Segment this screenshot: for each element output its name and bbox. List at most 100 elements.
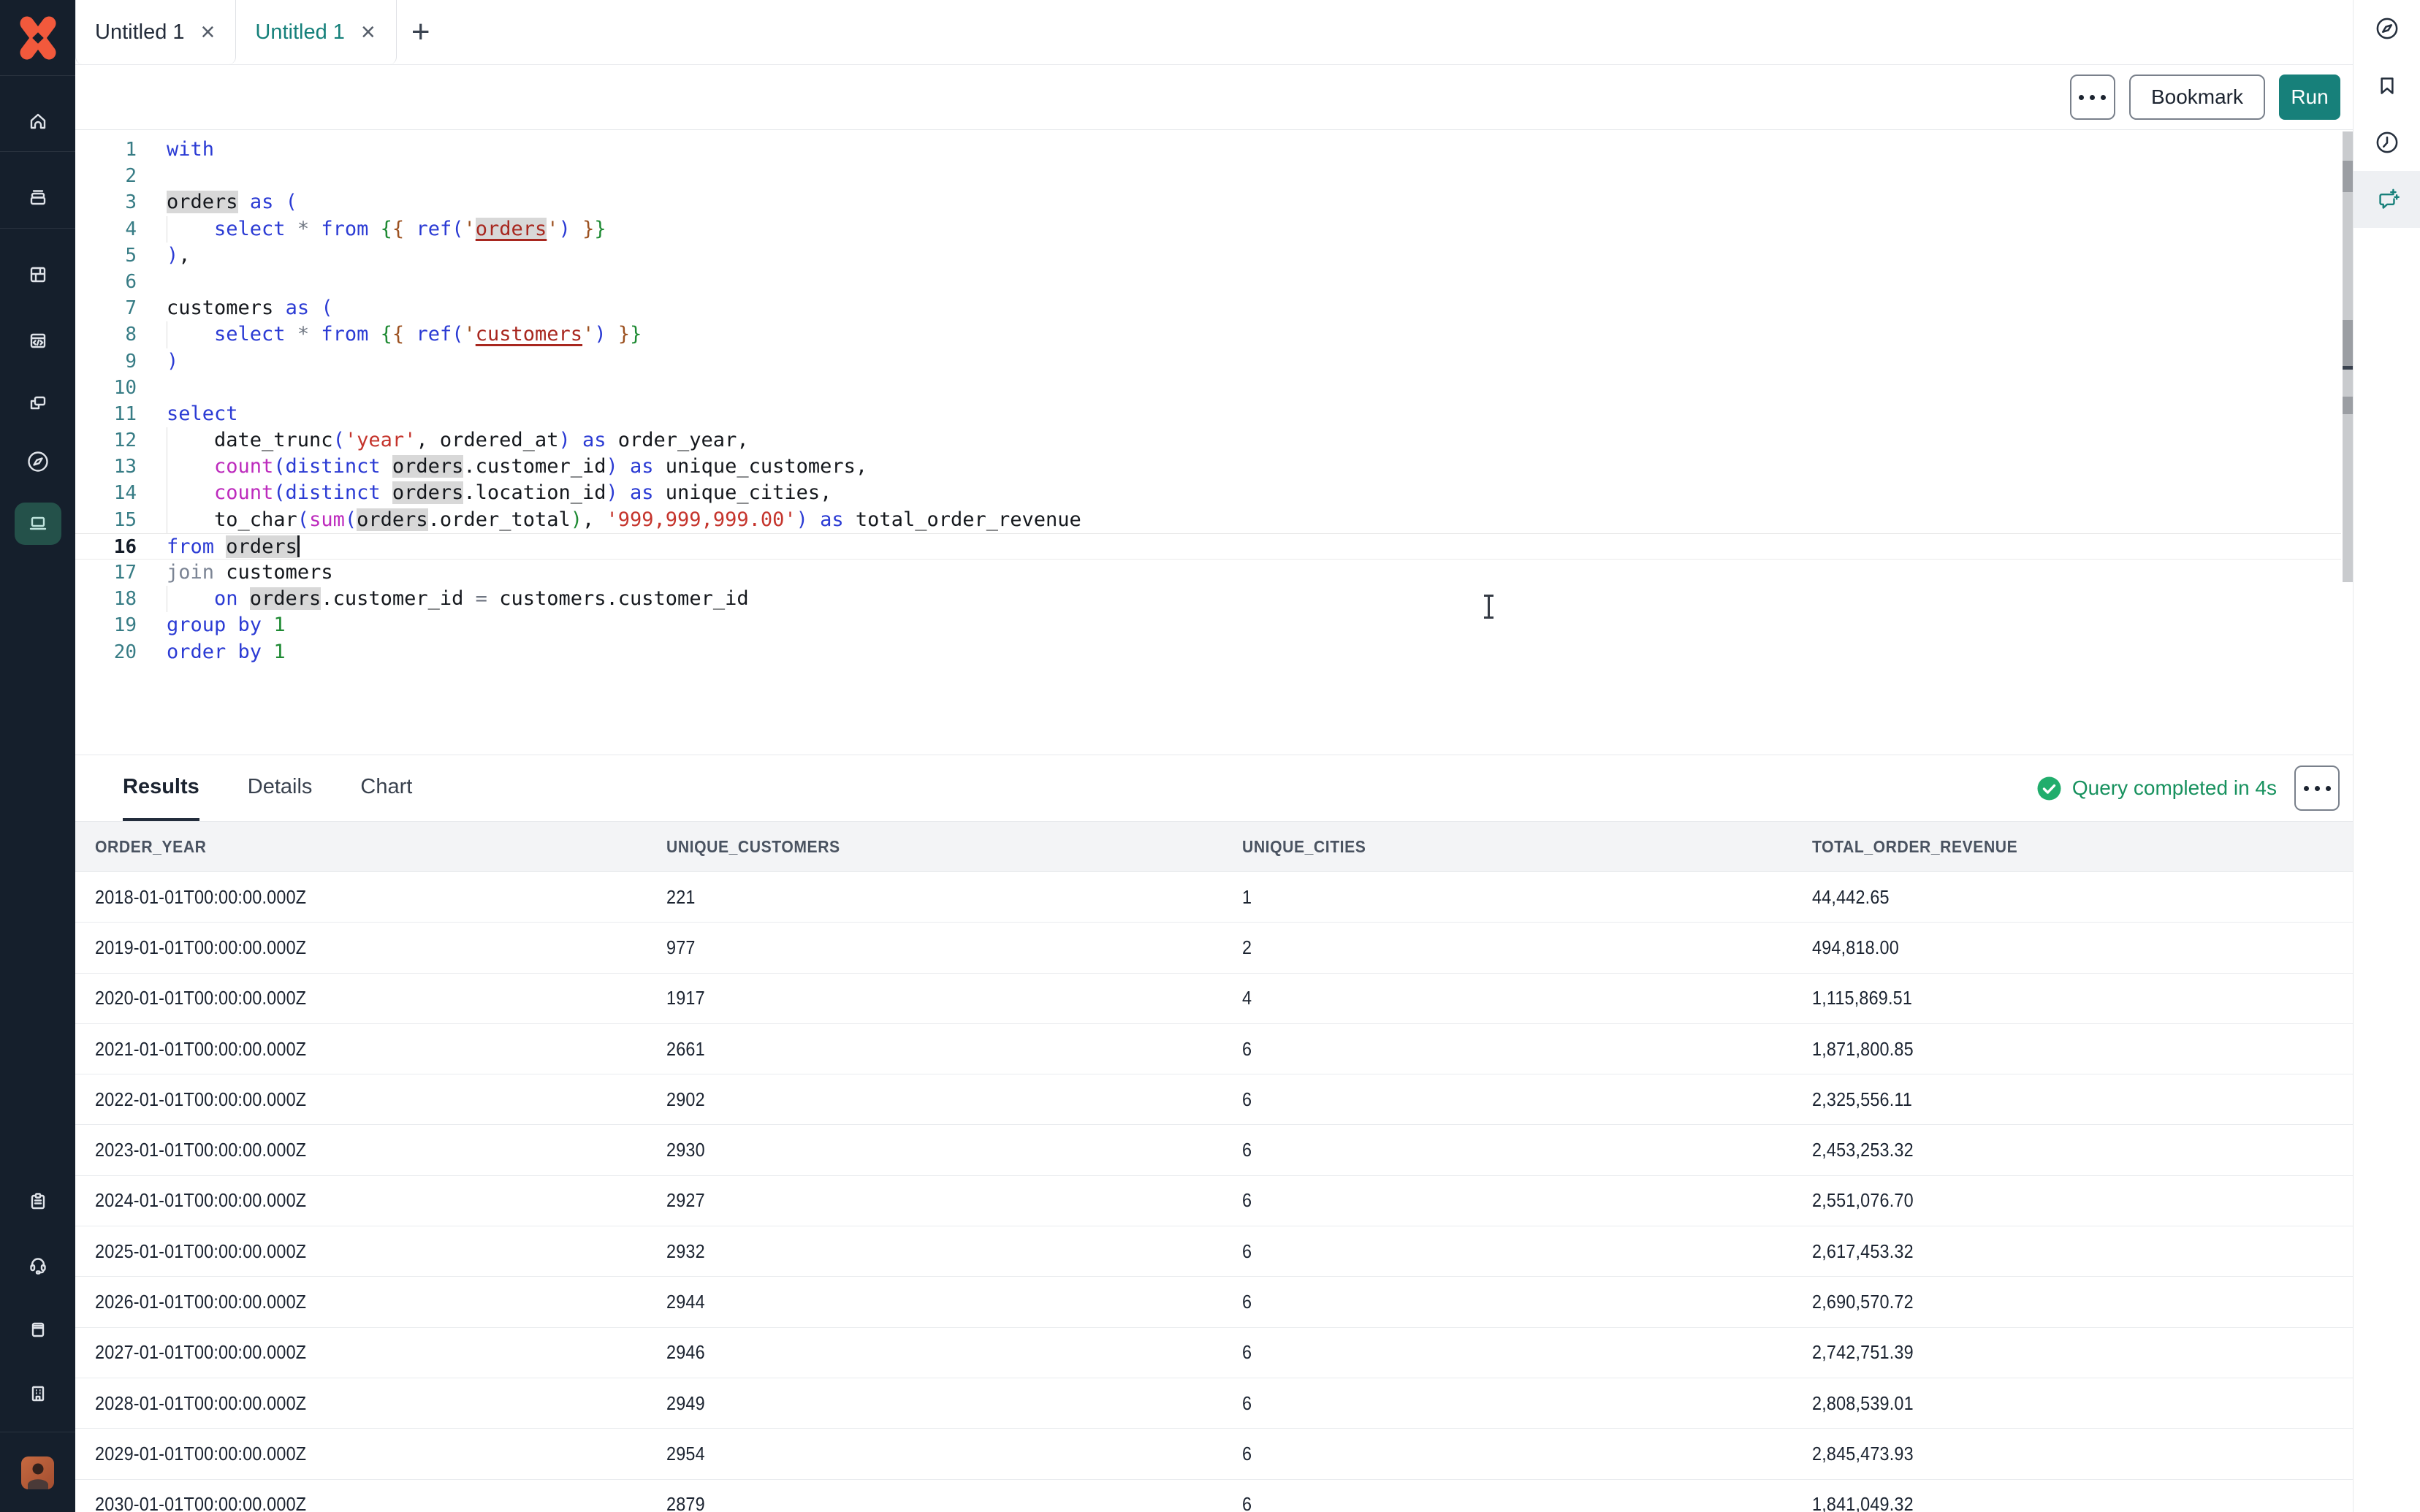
code-line[interactable]: 18on orders.customer_id = customers.cust… xyxy=(75,586,2341,612)
code-line[interactable]: 19group by 1 xyxy=(75,612,2341,638)
table-cell: 2,742,751.39 xyxy=(1812,1341,2299,1364)
left-sidebar xyxy=(0,0,75,1512)
table-cell: 2024-01-01T00:00:00.000Z xyxy=(95,1189,609,1212)
code-line[interactable]: 15to_char(sum(orders.order_total), '999,… xyxy=(75,507,2341,533)
results-tab-chart[interactable]: Chart xyxy=(360,755,412,821)
table-row[interactable]: 2026-01-01T00:00:00.000Z294462,690,570.7… xyxy=(75,1277,2353,1327)
code-line[interactable]: 14count(distinct orders.location_id) as … xyxy=(75,480,2341,506)
results-tabs: Results Details Chart xyxy=(123,755,460,821)
table-row[interactable]: 2030-01-01T00:00:00.000Z287961,841,049.3… xyxy=(75,1480,2353,1512)
code-line[interactable]: 20order by 1 xyxy=(75,639,2341,665)
code-line[interactable]: 1with xyxy=(75,137,2341,163)
table-cell: 6 xyxy=(1242,1341,1755,1364)
code-line[interactable]: 6 xyxy=(75,269,2341,295)
table-row[interactable]: 2021-01-01T00:00:00.000Z266161,871,800.8… xyxy=(75,1024,2353,1074)
compute-button-active[interactable] xyxy=(0,497,75,550)
line-number: 20 xyxy=(75,639,137,665)
table-row[interactable]: 2019-01-01T00:00:00.000Z9772494,818.00 xyxy=(75,923,2353,973)
compass-icon xyxy=(23,447,53,476)
laptop-icon xyxy=(23,509,53,538)
results-tab-results[interactable]: Results xyxy=(123,755,199,821)
table-cell: 2902 xyxy=(666,1088,1184,1111)
code-line[interactable]: 4select * from {{ ref('orders') }} xyxy=(75,216,2341,243)
table-row[interactable]: 2027-01-01T00:00:00.000Z294662,742,751.3… xyxy=(75,1328,2353,1378)
results-tab-details[interactable]: Details xyxy=(248,755,313,821)
code-line[interactable]: 8select * from {{ ref('customers') }} xyxy=(75,321,2341,348)
column-header[interactable]: TOTAL_ORDER_REVENUE xyxy=(1812,837,2310,857)
table-row[interactable]: 2023-01-01T00:00:00.000Z293062,453,253.3… xyxy=(75,1125,2353,1175)
code-line[interactable]: 2 xyxy=(75,163,2341,189)
bookmarks-panel-button[interactable] xyxy=(2354,57,2420,114)
app-window: Untitled 1×Untitled 1× + Bookmark Run 1w… xyxy=(0,0,2420,1512)
line-number: 12 xyxy=(75,427,137,454)
line-number: 19 xyxy=(75,612,137,638)
editor-toolbar: Bookmark Run xyxy=(75,65,2353,130)
table-row[interactable]: 2020-01-01T00:00:00.000Z191741,115,869.5… xyxy=(75,974,2353,1024)
projects-button[interactable] xyxy=(0,377,75,429)
table-row[interactable]: 2024-01-01T00:00:00.000Z292762,551,076.7… xyxy=(75,1176,2353,1226)
table-cell: 6 xyxy=(1242,1291,1755,1313)
code-line[interactable]: 7customers as ( xyxy=(75,295,2341,321)
code-line[interactable]: 17join customers xyxy=(75,560,2341,586)
table-cell: 2023-01-01T00:00:00.000Z xyxy=(95,1139,609,1161)
hex-logo[interactable] xyxy=(0,0,75,76)
code-line[interactable]: 12date_trunc('year', ordered_at) as orde… xyxy=(75,427,2341,454)
line-number: 10 xyxy=(75,375,137,401)
history-panel-button[interactable] xyxy=(2354,114,2420,171)
code-line[interactable]: 9) xyxy=(75,348,2341,375)
document-tab[interactable]: Untitled 1× xyxy=(75,0,236,64)
collections-button[interactable] xyxy=(0,171,75,224)
run-button[interactable]: Run xyxy=(2279,75,2340,120)
line-number: 18 xyxy=(75,586,137,612)
table-row[interactable]: 2025-01-01T00:00:00.000Z293262,617,453.3… xyxy=(75,1226,2353,1277)
code-line[interactable]: 5), xyxy=(75,243,2341,269)
code-line[interactable]: 3orders as ( xyxy=(75,189,2341,215)
table-row[interactable]: 2029-01-01T00:00:00.000Z295462,845,473.9… xyxy=(75,1429,2353,1479)
rail-divider xyxy=(0,151,75,152)
notes-button[interactable] xyxy=(0,1175,75,1228)
column-header[interactable]: UNIQUE_CITIES xyxy=(1242,837,1767,857)
ellipsis-icon xyxy=(2079,95,2106,100)
ellipsis-icon xyxy=(2304,786,2331,791)
code-line[interactable]: 11select xyxy=(75,401,2341,427)
bookmark-button[interactable]: Bookmark xyxy=(2129,75,2265,120)
new-tab-button[interactable]: + xyxy=(397,0,445,64)
apps-button[interactable] xyxy=(0,248,75,301)
table-cell: 2,453,253.32 xyxy=(1812,1139,2299,1161)
table-row[interactable]: 2022-01-01T00:00:00.000Z290262,325,556.1… xyxy=(75,1074,2353,1125)
organization-button[interactable] xyxy=(0,1367,75,1420)
document-tab[interactable]: Untitled 1× xyxy=(236,0,396,64)
code-cell-button[interactable] xyxy=(0,315,75,367)
line-number: 9 xyxy=(75,348,137,375)
explore-button[interactable] xyxy=(0,435,75,488)
table-row[interactable]: 2028-01-01T00:00:00.000Z294962,808,539.0… xyxy=(75,1378,2353,1429)
code-line[interactable]: 13count(distinct orders.customer_id) as … xyxy=(75,454,2341,480)
explore-panel-button[interactable] xyxy=(2354,0,2420,57)
code-line[interactable]: 10 xyxy=(75,375,2341,401)
user-avatar[interactable] xyxy=(21,1456,54,1489)
table-cell: 2,325,556.11 xyxy=(1812,1088,2299,1111)
column-header[interactable]: UNIQUE_CUSTOMERS xyxy=(666,837,1196,857)
ai-chat-panel-button[interactable] xyxy=(2354,171,2420,228)
check-circle-icon xyxy=(2036,776,2062,801)
home-icon xyxy=(23,107,53,136)
line-number: 1 xyxy=(75,137,137,163)
line-number: 3 xyxy=(75,189,137,215)
column-header[interactable]: ORDER_YEAR xyxy=(95,837,620,857)
more-options-button[interactable] xyxy=(2070,75,2115,120)
table-cell: 6 xyxy=(1242,1088,1755,1111)
close-tab-icon[interactable]: × xyxy=(199,20,217,45)
table-cell: 2028-01-01T00:00:00.000Z xyxy=(95,1392,609,1415)
support-button[interactable] xyxy=(0,1239,75,1291)
home-button[interactable] xyxy=(0,95,75,148)
code-window-icon xyxy=(23,327,53,356)
sql-editor[interactable]: 1with23orders as (4select * from {{ ref(… xyxy=(75,130,2341,755)
table-cell: 977 xyxy=(666,936,1184,959)
table-cell: 2,690,570.72 xyxy=(1812,1291,2299,1313)
results-more-button[interactable] xyxy=(2294,765,2340,811)
docs-button[interactable] xyxy=(0,1303,75,1356)
table-row[interactable]: 2018-01-01T00:00:00.000Z221144,442.65 xyxy=(75,872,2353,923)
code-line[interactable]: 16from orders xyxy=(75,533,2341,560)
close-tab-icon[interactable]: × xyxy=(359,20,377,45)
table-cell: 2019-01-01T00:00:00.000Z xyxy=(95,936,609,959)
